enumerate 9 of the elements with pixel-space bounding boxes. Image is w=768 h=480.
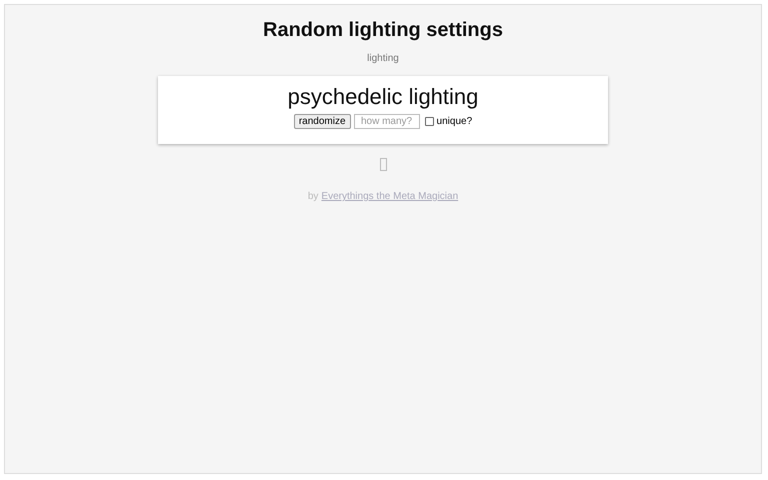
- page-title: Random lighting settings: [263, 18, 503, 42]
- randomize-button[interactable]: randomize: [294, 114, 351, 129]
- checkbox-label: unique?: [436, 116, 472, 127]
- count-field[interactable]: how many?: [354, 114, 420, 129]
- category-label: lighting: [367, 53, 399, 64]
- unique-checkbox[interactable]: [424, 117, 434, 126]
- credit-text: by: [308, 191, 318, 202]
- result-text: psychedelic lighting: [288, 85, 478, 109]
- missing-glyph-icon: [380, 158, 386, 171]
